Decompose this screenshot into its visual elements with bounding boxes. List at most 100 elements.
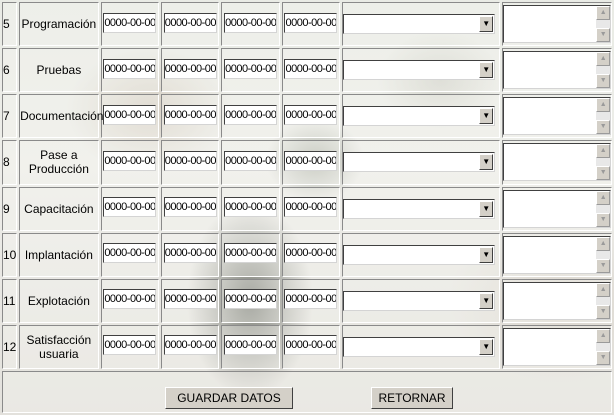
date-input-3[interactable]: 0000-00-00 — [224, 289, 278, 310]
notes-textarea[interactable]: ▲ ▼ — [503, 51, 612, 90]
date-input-1[interactable]: 0000-00-00 — [103, 104, 157, 125]
date-input-3[interactable]: 0000-00-00 — [224, 104, 278, 125]
date-input-4[interactable]: 0000-00-00 — [284, 104, 338, 125]
date-cell: 0000-00-00 — [281, 278, 341, 323]
date-input-2[interactable]: 0000-00-00 — [163, 150, 217, 171]
notes-textarea[interactable]: ▲ ▼ — [503, 143, 612, 182]
stage-label: Explotación — [19, 278, 99, 323]
date-input-2[interactable]: 0000-00-00 — [163, 289, 217, 310]
date-input-2[interactable]: 0000-00-00 — [163, 104, 217, 125]
chevron-down-icon[interactable]: ▼ — [479, 292, 494, 309]
scroll-down-icon[interactable]: ▼ — [596, 258, 611, 273]
status-select[interactable]: ▼ — [343, 60, 496, 81]
date-input-4[interactable]: 0000-00-00 — [284, 197, 338, 218]
date-input-2[interactable]: 0000-00-00 — [163, 12, 217, 33]
status-select[interactable]: ▼ — [343, 244, 496, 265]
scroll-down-icon[interactable]: ▼ — [596, 212, 611, 227]
date-cell: 0000-00-00 — [100, 94, 160, 139]
row-number: 6 — [2, 48, 18, 93]
date-input-1[interactable]: 0000-00-00 — [103, 243, 157, 264]
scrollbar[interactable]: ▲ ▼ — [596, 282, 611, 319]
return-button[interactable]: RETORNAR — [371, 387, 453, 409]
table-row: 8 Pase a Producción 0000-00-00 0000-00-00 00… — [2, 140, 612, 185]
scroll-down-icon[interactable]: ▼ — [596, 120, 611, 135]
date-input-2[interactable]: 0000-00-00 — [163, 243, 217, 264]
scroll-up-icon[interactable]: ▲ — [596, 190, 611, 205]
scrollbar[interactable]: ▲ ▼ — [596, 190, 611, 227]
date-input-3[interactable]: 0000-00-00 — [224, 243, 278, 264]
date-input-3[interactable]: 0000-00-00 — [224, 197, 278, 218]
date-input-2[interactable]: 0000-00-00 — [163, 58, 217, 79]
status-select-cell: ▼ — [342, 278, 501, 323]
date-input-1[interactable]: 0000-00-00 — [103, 335, 157, 356]
scrollbar[interactable]: ▲ ▼ — [596, 144, 611, 181]
date-cell: 0000-00-00 — [100, 2, 160, 47]
chevron-down-icon[interactable]: ▼ — [479, 200, 494, 217]
chevron-down-icon[interactable]: ▼ — [479, 154, 494, 171]
status-select[interactable]: ▼ — [343, 198, 496, 219]
date-input-1[interactable]: 0000-00-00 — [103, 197, 157, 218]
table-row: 12 Satisfacción usuaria 0000-00-00 0000-00-… — [2, 324, 612, 369]
save-data-button[interactable]: GUARDAR DATOS — [165, 387, 293, 409]
chevron-down-icon[interactable]: ▼ — [479, 62, 494, 79]
scroll-up-icon[interactable]: ▲ — [596, 6, 611, 21]
status-select[interactable]: ▼ — [343, 14, 496, 35]
scrollbar[interactable]: ▲ ▼ — [596, 52, 611, 89]
scrollbar[interactable]: ▲ ▼ — [596, 98, 611, 135]
date-input-4[interactable]: 0000-00-00 — [284, 12, 338, 33]
notes-textarea[interactable]: ▲ ▼ — [503, 189, 612, 228]
scroll-up-icon[interactable]: ▲ — [596, 52, 611, 67]
scroll-down-icon[interactable]: ▼ — [596, 28, 611, 43]
date-input-1[interactable]: 0000-00-00 — [103, 58, 157, 79]
status-select[interactable]: ▼ — [343, 336, 496, 357]
date-input-4[interactable]: 0000-00-00 — [284, 289, 338, 310]
scroll-up-icon[interactable]: ▲ — [596, 328, 611, 343]
notes-textarea[interactable]: ▲ ▼ — [503, 97, 612, 136]
scroll-up-icon[interactable]: ▲ — [596, 98, 611, 113]
date-cell: 0000-00-00 — [161, 186, 220, 231]
date-input-4[interactable]: 0000-00-00 — [284, 58, 338, 79]
scroll-up-icon[interactable]: ▲ — [596, 236, 611, 251]
date-input-1[interactable]: 0000-00-00 — [103, 150, 157, 171]
date-input-2[interactable]: 0000-00-00 — [163, 335, 217, 356]
date-cell: 0000-00-00 — [221, 48, 280, 93]
row-number: 8 — [2, 140, 18, 185]
status-select-cell: ▼ — [342, 324, 501, 369]
status-select[interactable]: ▼ — [343, 152, 496, 173]
date-cell: 0000-00-00 — [281, 140, 341, 185]
scrollbar[interactable]: ▲ ▼ — [596, 6, 611, 43]
date-input-3[interactable]: 0000-00-00 — [224, 335, 278, 356]
status-select-cell: ▼ — [342, 94, 501, 139]
scroll-up-icon[interactable]: ▲ — [596, 282, 611, 297]
notes-textarea[interactable]: ▲ ▼ — [503, 235, 612, 274]
date-input-3[interactable]: 0000-00-00 — [224, 12, 278, 33]
status-select[interactable]: ▼ — [343, 290, 496, 311]
chevron-down-icon[interactable]: ▼ — [479, 338, 494, 355]
scroll-down-icon[interactable]: ▼ — [596, 350, 611, 365]
date-input-4[interactable]: 0000-00-00 — [284, 150, 338, 171]
row-number: 11 — [2, 278, 18, 323]
chevron-down-icon[interactable]: ▼ — [479, 246, 494, 263]
notes-textarea[interactable]: ▲ ▼ — [503, 5, 612, 44]
scroll-down-icon[interactable]: ▼ — [596, 304, 611, 319]
date-cell: 0000-00-00 — [281, 2, 341, 47]
date-input-4[interactable]: 0000-00-00 — [284, 335, 338, 356]
date-input-3[interactable]: 0000-00-00 — [224, 150, 278, 171]
date-input-3[interactable]: 0000-00-00 — [224, 58, 278, 79]
scroll-down-icon[interactable]: ▼ — [596, 74, 611, 89]
date-cell: 0000-00-00 — [100, 140, 160, 185]
scroll-up-icon[interactable]: ▲ — [596, 144, 611, 159]
date-input-4[interactable]: 0000-00-00 — [284, 243, 338, 264]
date-cell: 0000-00-00 — [221, 324, 280, 369]
chevron-down-icon[interactable]: ▼ — [479, 108, 494, 125]
chevron-down-icon[interactable]: ▼ — [479, 16, 494, 33]
scroll-down-icon[interactable]: ▼ — [596, 166, 611, 181]
date-input-1[interactable]: 0000-00-00 — [103, 289, 157, 310]
date-input-2[interactable]: 0000-00-00 — [163, 197, 217, 218]
notes-textarea[interactable]: ▲ ▼ — [503, 327, 612, 366]
status-select[interactable]: ▼ — [343, 106, 496, 127]
notes-textarea[interactable]: ▲ ▼ — [503, 281, 612, 320]
scrollbar[interactable]: ▲ ▼ — [596, 236, 611, 273]
scrollbar[interactable]: ▲ ▼ — [596, 328, 611, 365]
date-input-1[interactable]: 0000-00-00 — [103, 12, 157, 33]
